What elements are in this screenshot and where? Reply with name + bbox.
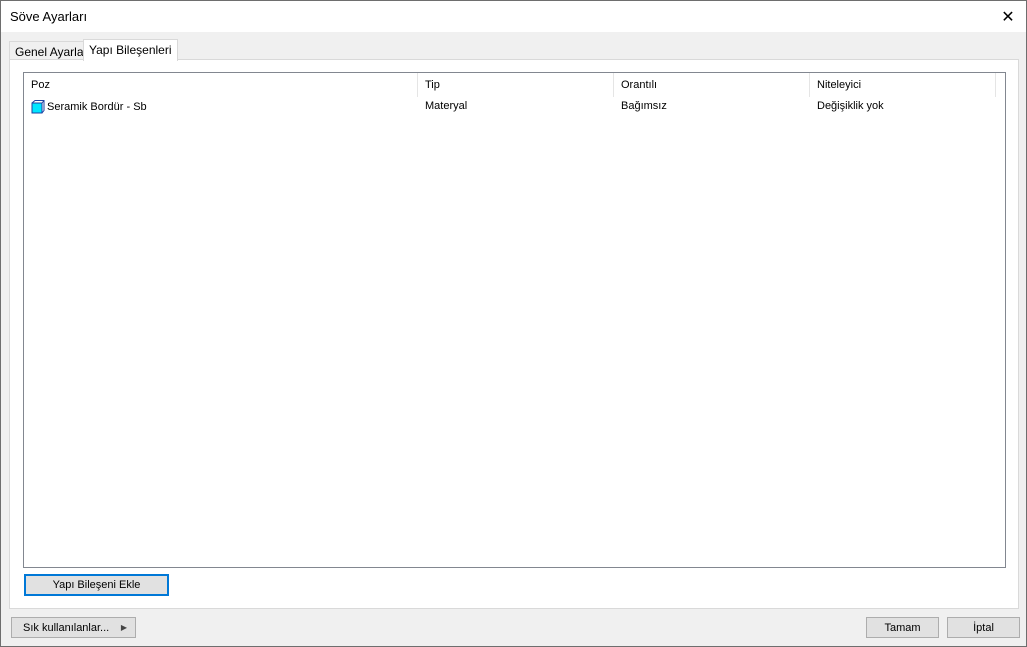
column-header-tip[interactable]: Tip: [418, 73, 614, 97]
column-header-orantili[interactable]: Orantılı: [614, 73, 810, 97]
triangle-right-icon: ▶: [120, 623, 127, 632]
cell-orantili: Bağımsız: [621, 100, 667, 112]
tab-genel-ayarlar[interactable]: Genel Ayarlar: [9, 41, 94, 61]
favorites-button[interactable]: Sık kullanılanlar... ▶: [11, 617, 136, 638]
window-title: Söve Ayarları: [10, 9, 88, 24]
tab-panel: Poz Tip Orantılı Niteleyici Seramik Bord…: [9, 59, 1019, 609]
components-list[interactable]: Poz Tip Orantılı Niteleyici Seramik Bord…: [23, 72, 1006, 568]
cell-poz: Seramik Bordür - Sb: [47, 101, 147, 113]
cell-tip: Materyal: [425, 100, 468, 112]
ok-button[interactable]: Tamam: [866, 617, 939, 638]
cell-niteleyici: Değişiklik yok: [817, 100, 884, 112]
add-component-button[interactable]: Yapı Bileşeni Ekle: [24, 574, 169, 596]
title-bar: Söve Ayarları ✕: [1, 1, 1026, 32]
settings-dialog: Söve Ayarları ✕ Genel Ayarlar Yapı Bileş…: [0, 0, 1027, 647]
column-header-poz[interactable]: Poz: [24, 73, 418, 97]
close-icon[interactable]: ✕: [990, 1, 1026, 32]
favorites-label: Sık kullanılanlar...: [23, 621, 110, 634]
tab-label: Yapı Bileşenleri: [89, 43, 172, 57]
material-cube-icon: [31, 100, 45, 114]
tab-label: Genel Ayarlar: [15, 45, 88, 59]
column-header-niteleyici[interactable]: Niteleyici: [810, 73, 996, 97]
cancel-button[interactable]: İptal: [947, 617, 1020, 638]
tab-yapi-bilesenleri[interactable]: Yapı Bileşenleri: [83, 39, 178, 61]
